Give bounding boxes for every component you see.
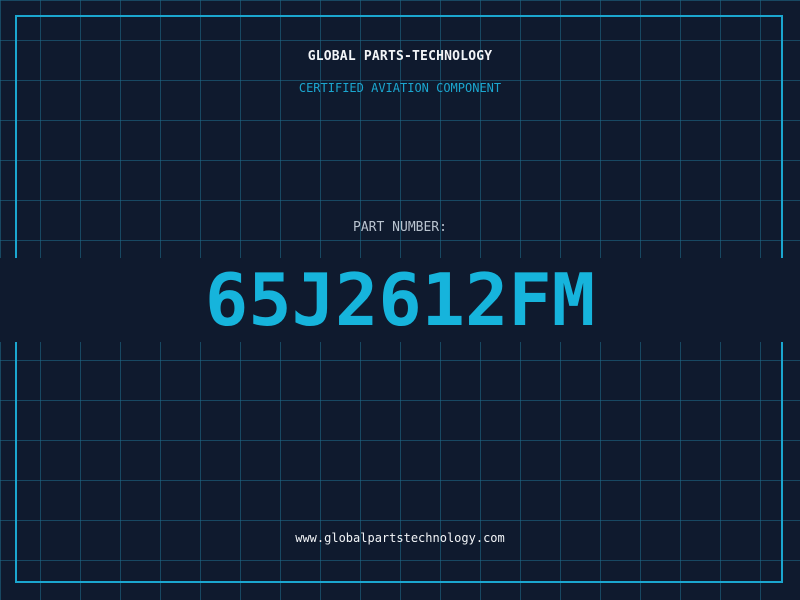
part-number-value: 65J2612FM (0, 258, 800, 342)
company-name: GLOBAL PARTS-TECHNOLOGY (307, 49, 493, 64)
part-number-label: PART NUMBER: (353, 220, 447, 235)
certification-subtitle: CERTIFIED AVIATION COMPONENT (298, 81, 502, 95)
website-link[interactable]: www.globalpartstechnology.com (0, 531, 800, 545)
certificate-canvas: GLOBAL PARTS-TECHNOLOGY CERTIFIED AVIATI… (0, 0, 800, 600)
